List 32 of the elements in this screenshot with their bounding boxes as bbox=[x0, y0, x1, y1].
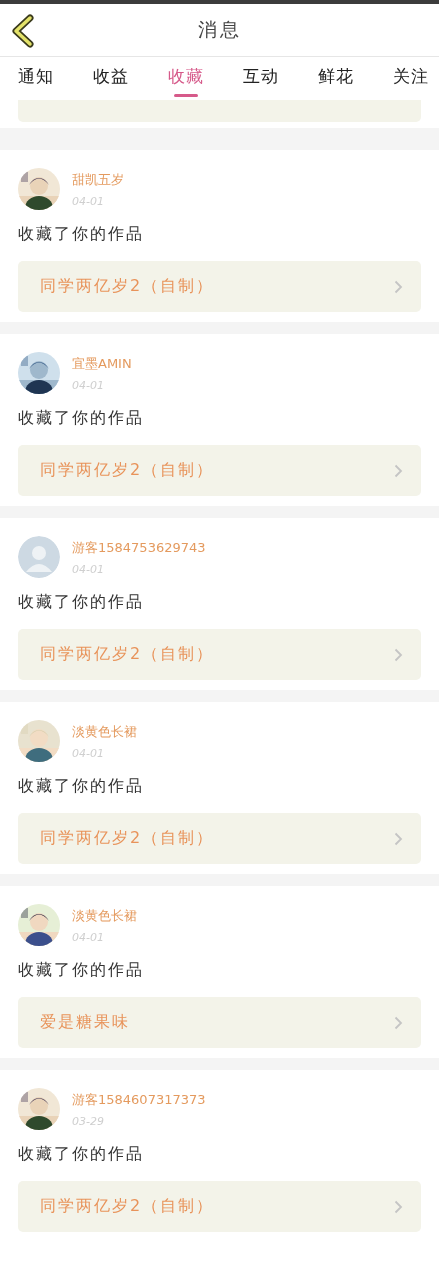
work-link[interactable]: 爱是糖果味 bbox=[18, 997, 421, 1048]
user-name[interactable]: 淡黄色长裙 bbox=[72, 722, 137, 741]
message-text: 收藏了你的作品 bbox=[18, 592, 145, 613]
tab[interactable]: 收藏 bbox=[164, 57, 208, 100]
user-name[interactable]: 淡黄色长裙 bbox=[72, 906, 137, 925]
back-icon[interactable] bbox=[10, 14, 36, 48]
tab[interactable]: 关注 bbox=[389, 57, 433, 100]
message-text: 收藏了你的作品 bbox=[18, 960, 145, 981]
message-text: 收藏了你的作品 bbox=[18, 776, 145, 797]
page-title: 消息 bbox=[197, 17, 242, 42]
user-name[interactable]: 游客1584753629743 bbox=[72, 538, 206, 557]
work-link[interactable]: 同学两亿岁2（自制） bbox=[18, 629, 421, 680]
chevron-right-icon bbox=[394, 1199, 403, 1214]
message-text: 收藏了你的作品 bbox=[18, 408, 145, 429]
tab[interactable]: 互动 bbox=[239, 57, 283, 100]
user-name[interactable]: 游客1584607317373 bbox=[72, 1090, 206, 1109]
work-link[interactable]: 同学两亿岁2（自制） bbox=[18, 261, 421, 312]
tab[interactable]: 收益 bbox=[89, 57, 133, 100]
chevron-right-icon bbox=[394, 647, 403, 662]
work-link[interactable]: 同学两亿岁2（自制） bbox=[18, 1181, 421, 1232]
user-name[interactable]: 宜墨AMIN bbox=[72, 354, 132, 373]
chevron-right-icon bbox=[394, 279, 403, 294]
work-link[interactable]: 同学两亿岁2（自制） bbox=[18, 813, 421, 864]
user-name[interactable]: 甜凯五岁 bbox=[72, 170, 124, 189]
tab[interactable]: 通知 bbox=[14, 57, 58, 100]
chevron-right-icon bbox=[394, 1015, 403, 1030]
chevron-right-icon bbox=[394, 831, 403, 846]
work-link[interactable]: 同学两亿岁2（自制） bbox=[18, 445, 421, 496]
chevron-right-icon bbox=[394, 463, 403, 478]
message-text: 收藏了你的作品 bbox=[18, 224, 145, 245]
message-text: 收藏了你的作品 bbox=[18, 1144, 145, 1165]
tab[interactable]: 鲜花 bbox=[314, 57, 358, 100]
